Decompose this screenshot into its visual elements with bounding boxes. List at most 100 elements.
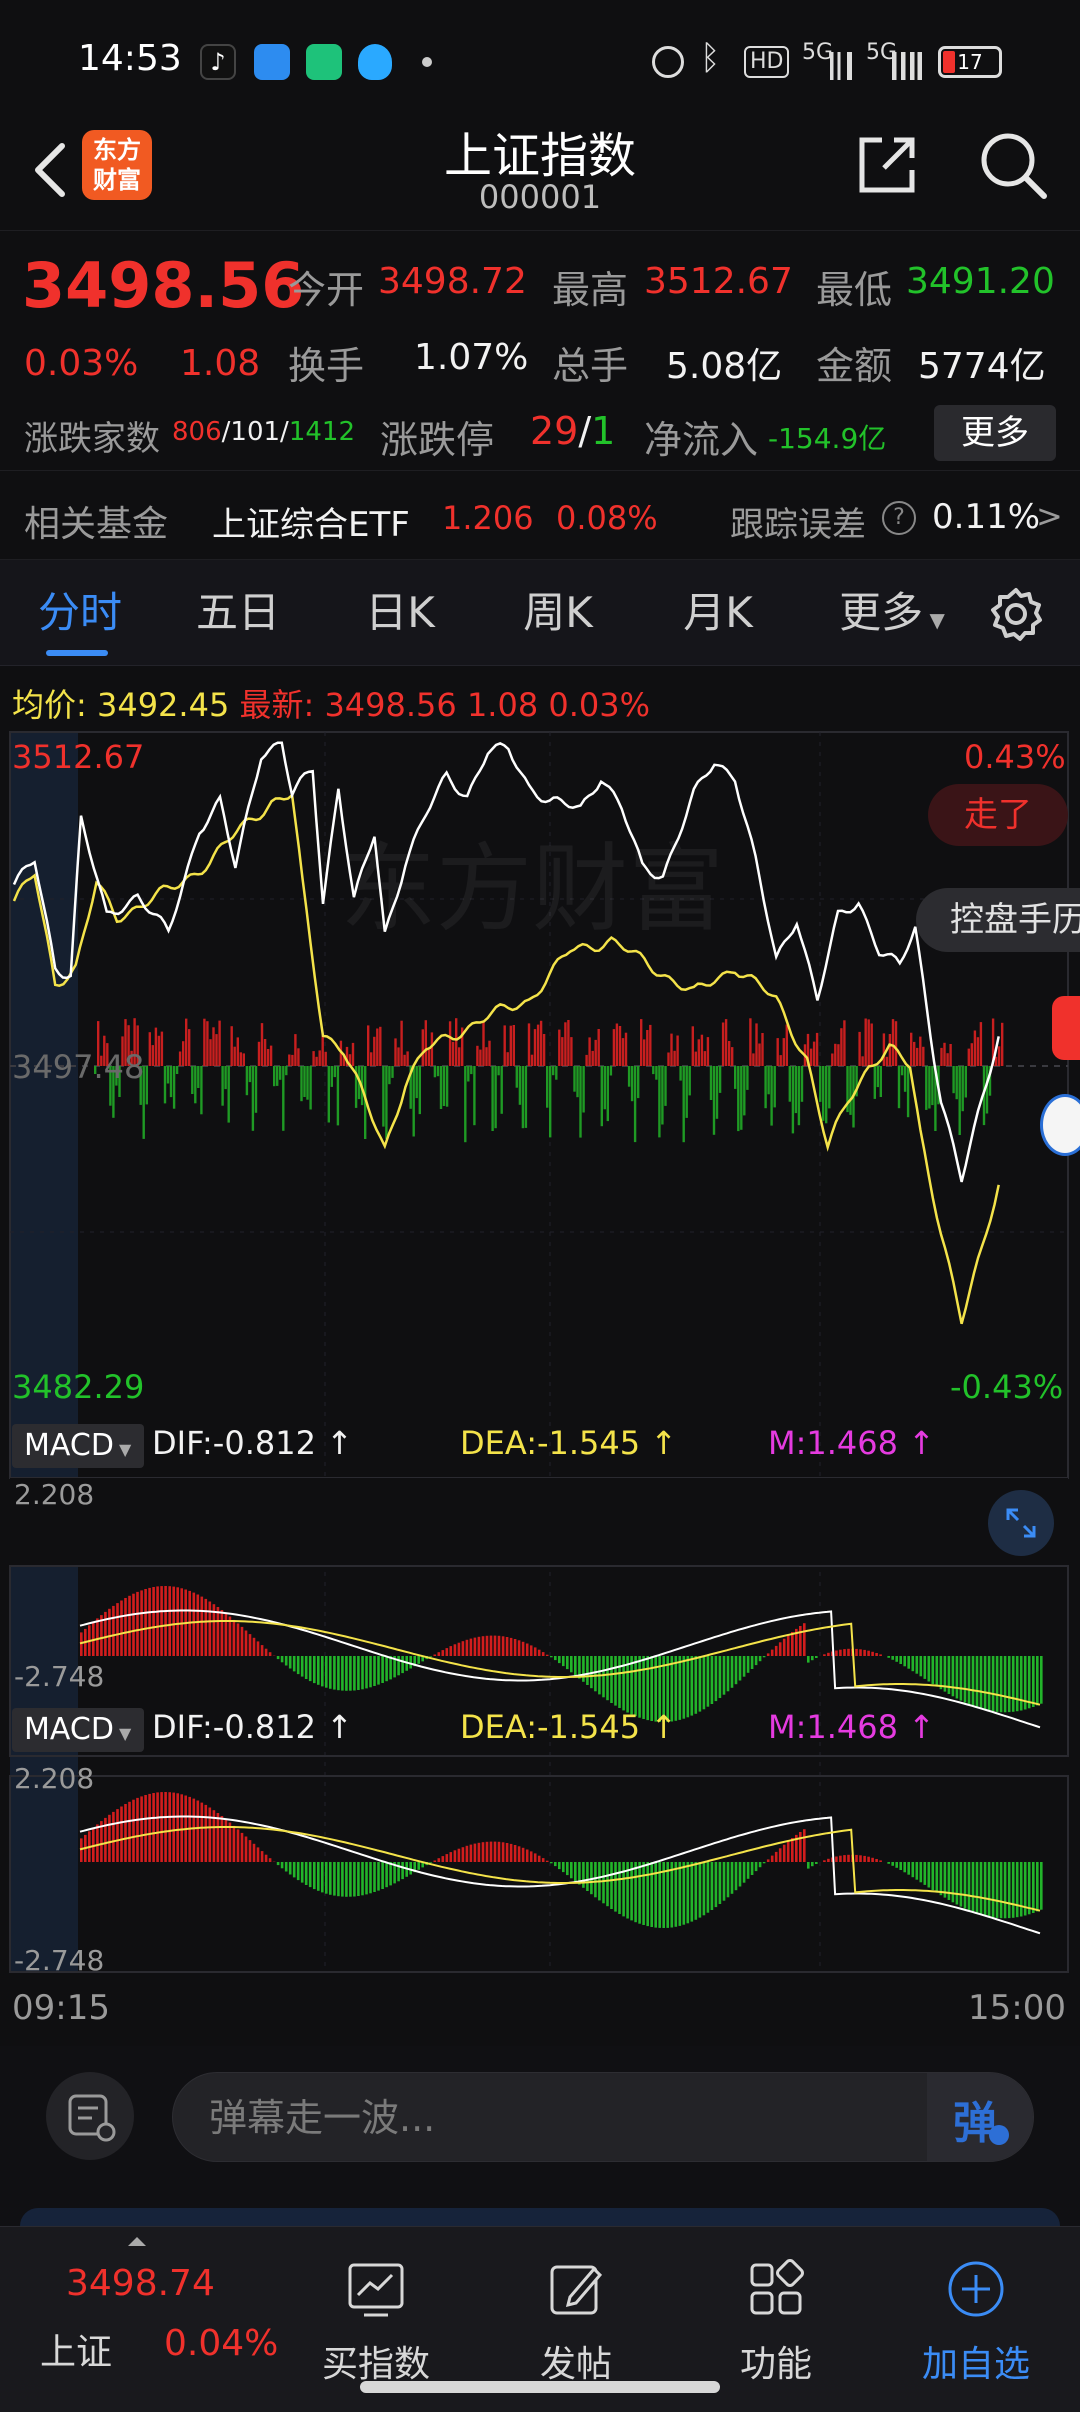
more-button[interactable]: 更多 <box>934 405 1056 461</box>
macd-bar <box>811 1656 814 1661</box>
macd-bar <box>136 1797 139 1862</box>
volume-bar <box>928 1066 931 1109</box>
macd-bar <box>843 1855 846 1862</box>
volume-bar <box>591 1050 594 1066</box>
settings-button[interactable] <box>988 586 1044 642</box>
tab-more[interactable]: 更多 ▼ <box>822 560 962 666</box>
danmaku-toggle-button[interactable]: 弹 <box>927 2073 1033 2161</box>
app-blue-icon <box>254 44 290 80</box>
tab-monthly-k[interactable]: 月K <box>648 560 788 666</box>
macd-bar <box>602 1656 605 1698</box>
note-button[interactable] <box>46 2072 134 2160</box>
float-button-control[interactable]: 控盘手历 <box>916 888 1080 952</box>
grid-icon <box>750 2259 804 2315</box>
volume-bar <box>263 1039 267 1066</box>
expand-button[interactable] <box>988 1490 1054 1556</box>
macd1-selector[interactable]: MACD ▼ <box>12 1424 144 1468</box>
macd-bar <box>959 1862 963 1907</box>
volume-bar <box>451 1041 455 1066</box>
macd-bar <box>477 1636 481 1656</box>
macd-bar <box>682 1656 686 1719</box>
share-button[interactable] <box>852 130 922 200</box>
chart-area[interactable]: 均价: 3492.45 最新: 3498.56 1.08 0.03% 东方财富 <box>0 666 1080 2046</box>
qq-icon <box>358 44 392 80</box>
danmaku-bar: 弹幕走一波... 弹 <box>0 2046 1080 2226</box>
macd2-selector[interactable]: MACD ▼ <box>12 1708 144 1752</box>
volume-bar <box>879 1066 882 1097</box>
caret-up-icon <box>128 2237 146 2246</box>
edit-icon <box>550 2265 603 2315</box>
macd-bar <box>951 1656 955 1697</box>
volume-bar <box>897 1066 901 1109</box>
volume-bar <box>266 1049 270 1066</box>
volume-bar <box>406 1051 409 1066</box>
macd1-dea: DEA:-1.545 ↑ <box>460 1424 677 1462</box>
volume-bar <box>160 1031 164 1066</box>
volume-bar <box>260 1023 264 1066</box>
macd-bar <box>321 1862 324 1893</box>
y-min-label: 3482.29 <box>12 1368 145 1406</box>
app-green-icon <box>306 44 342 80</box>
volume-bar <box>946 1053 949 1066</box>
macd-bar <box>839 1649 842 1656</box>
index-ticker[interactable]: 3498.74 上证 0.04% <box>0 2227 290 2412</box>
macd-bar <box>610 1862 613 1909</box>
volume-bar <box>285 1066 288 1076</box>
macd-bar <box>674 1862 678 1927</box>
search-button[interactable] <box>976 128 1050 202</box>
help-icon[interactable]: ? <box>882 501 916 535</box>
volume-bar <box>470 1066 473 1075</box>
volume-bar <box>952 1066 955 1094</box>
macd-bar <box>690 1656 694 1716</box>
tab-five-day[interactable]: 五日 <box>168 560 308 666</box>
related-fund-row[interactable]: 相关基金 上证综合ETF 1.206 0.08% 跟踪误差 ? 0.11% > <box>0 470 1080 560</box>
volume-bar <box>585 1054 588 1066</box>
macd-bar <box>353 1862 356 1897</box>
macd-bar <box>96 1824 99 1862</box>
macd-bar <box>361 1862 364 1896</box>
macd-bar <box>618 1862 621 1914</box>
macd-bar <box>176 1793 179 1862</box>
macd-bar <box>927 1862 931 1888</box>
home-indicator <box>360 2381 720 2393</box>
tab-weekly-k[interactable]: 周K <box>488 560 628 666</box>
more-dot-icon <box>422 57 432 67</box>
macd-bar <box>429 1656 432 1657</box>
add-watchlist-button[interactable]: 加自选 <box>886 2227 1066 2412</box>
macd-bar <box>815 1656 818 1658</box>
macd-bar <box>140 1590 143 1656</box>
macd1-caret-icon: ▼ <box>113 1440 132 1459</box>
red-badge-icon[interactable] <box>1052 996 1080 1060</box>
macd-bar <box>497 1841 501 1862</box>
time-end-label: 15:00 <box>968 1988 1066 2028</box>
float-button-leave[interactable]: 走了 <box>928 784 1068 846</box>
macd-bar <box>991 1656 995 1712</box>
macd-bar <box>429 1862 432 1863</box>
macd-bar <box>891 1656 894 1660</box>
macd-bar <box>268 1858 272 1862</box>
macd-bar <box>300 1862 304 1883</box>
tab-daily-k[interactable]: 日K <box>330 560 470 666</box>
macd-bar <box>722 1862 726 1901</box>
macd-bar <box>750 1862 754 1875</box>
macd-bar <box>196 1800 200 1862</box>
macd-bar <box>252 1843 256 1862</box>
macd-bar <box>710 1656 714 1704</box>
macd2-max: 2.208 <box>14 1762 95 1795</box>
macd-bar <box>726 1862 730 1898</box>
macd-bar <box>614 1862 617 1912</box>
volume-bar <box>509 1025 512 1066</box>
macd-bar <box>385 1862 388 1888</box>
volume-bar <box>397 1047 400 1066</box>
check-badge-icon <box>989 2125 1009 2145</box>
macd-bar <box>385 1656 388 1682</box>
macd-bar <box>690 1862 694 1922</box>
macd-bar <box>545 1860 549 1862</box>
volume-bar <box>770 1066 773 1126</box>
volume-bar <box>737 1066 740 1132</box>
macd-bar <box>541 1858 545 1862</box>
danmaku-input[interactable]: 弹幕走一波... 弹 <box>172 2072 1034 2162</box>
volume-bar <box>552 1066 555 1076</box>
volume-bar <box>455 1018 458 1066</box>
macd2-dea: DEA:-1.545 ↑ <box>460 1708 677 1746</box>
